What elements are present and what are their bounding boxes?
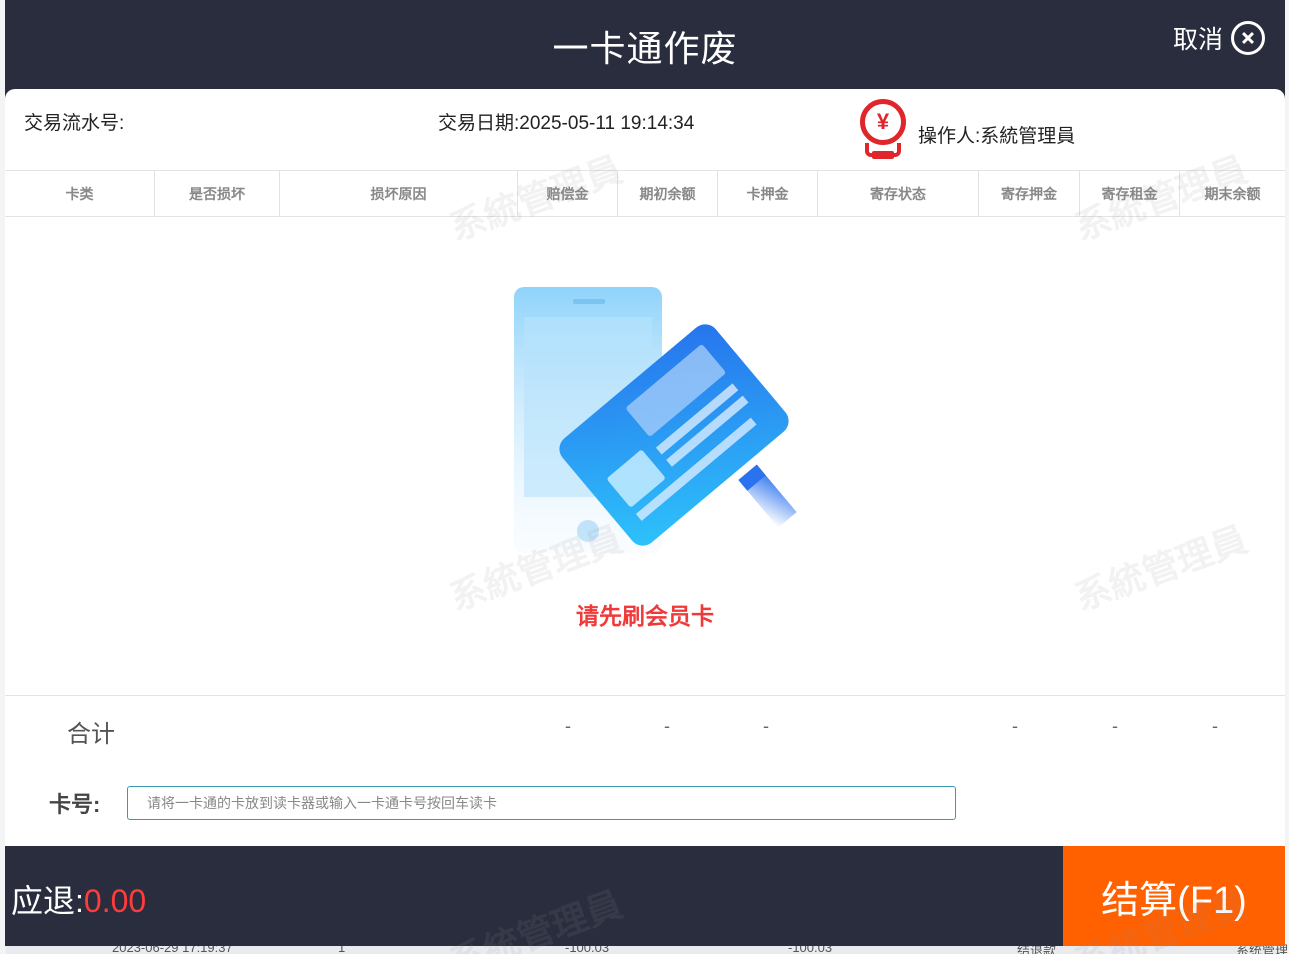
card-number-label: 卡号: (49, 792, 101, 817)
col-compensation: 赔偿金 (518, 171, 618, 217)
summary-card-deposit: - (763, 716, 769, 736)
dialog-title: 一卡通作废 (552, 28, 738, 69)
background-page-right-edge (1285, 0, 1289, 954)
operator-name: 操作人:系統管理員 (918, 125, 1076, 147)
card-void-dialog: 一卡通作废 取消 交易流水号: 交易日期:2025-05-11 19:14:34… (5, 0, 1285, 954)
col-storage-status: 寄存状态 (818, 171, 979, 217)
swipe-card-illustration-icon (514, 287, 797, 553)
cancel-button[interactable]: 取消 (1173, 20, 1265, 56)
summary-compensation: - (565, 716, 571, 736)
operator-info: ¥ 操作人:系統管理員 (858, 99, 1075, 161)
col-damage-reason: 损坏原因 (280, 171, 518, 217)
card-number-input[interactable] (127, 786, 956, 820)
summary-row: 合计 - - - - - - (5, 695, 1285, 761)
col-storage-rent: 寄存租金 (1080, 171, 1180, 217)
settle-button[interactable]: 结算(F1) (1063, 846, 1285, 946)
col-opening-balance: 期初余额 (618, 171, 718, 217)
col-card-deposit: 卡押金 (718, 171, 818, 217)
cashier-icon: ¥ (858, 99, 906, 161)
cancel-label: 取消 (1172, 26, 1223, 54)
col-storage-deposit: 寄存押金 (979, 171, 1080, 217)
refund-total: 应退:0.00 (11, 876, 146, 922)
col-damaged: 是否损坏 (155, 171, 280, 217)
transaction-info-bar: 交易流水号: 交易日期:2025-05-11 19:14:34 ¥ 操作人:系統… (5, 89, 1285, 171)
transaction-date: 交易日期:2025-05-11 19:14:34 (438, 113, 695, 134)
summary-label: 合计 (67, 721, 115, 748)
summary-storage-rent: - (1112, 716, 1118, 736)
summary-storage-deposit: - (1012, 716, 1018, 736)
serial-number-label: 交易流水号: (24, 113, 125, 134)
refund-label: 应退: (11, 883, 84, 919)
empty-state: 请先刷会员卡 (5, 217, 1285, 695)
col-closing-balance: 期末余额 (1204, 186, 1261, 202)
dialog-body: 交易流水号: 交易日期:2025-05-11 19:14:34 ¥ 操作人:系統… (5, 89, 1285, 846)
dialog-footer: 应退:0.00 结算(F1) (5, 846, 1285, 946)
close-icon (1231, 21, 1265, 55)
summary-opening-balance: - (664, 716, 670, 736)
swipe-card-prompt: 请先刷会员卡 (576, 603, 714, 629)
refund-amount: 0.00 (83, 883, 147, 919)
summary-closing-balance: - (1212, 716, 1218, 736)
card-number-row: 卡号: (5, 761, 1285, 846)
col-card-type: 卡类 (5, 171, 155, 217)
table-header: 卡类 是否损坏 损坏原因 赔偿金 期初余额 卡押金 寄存状态 寄存押金 寄存租金… (5, 171, 1285, 217)
